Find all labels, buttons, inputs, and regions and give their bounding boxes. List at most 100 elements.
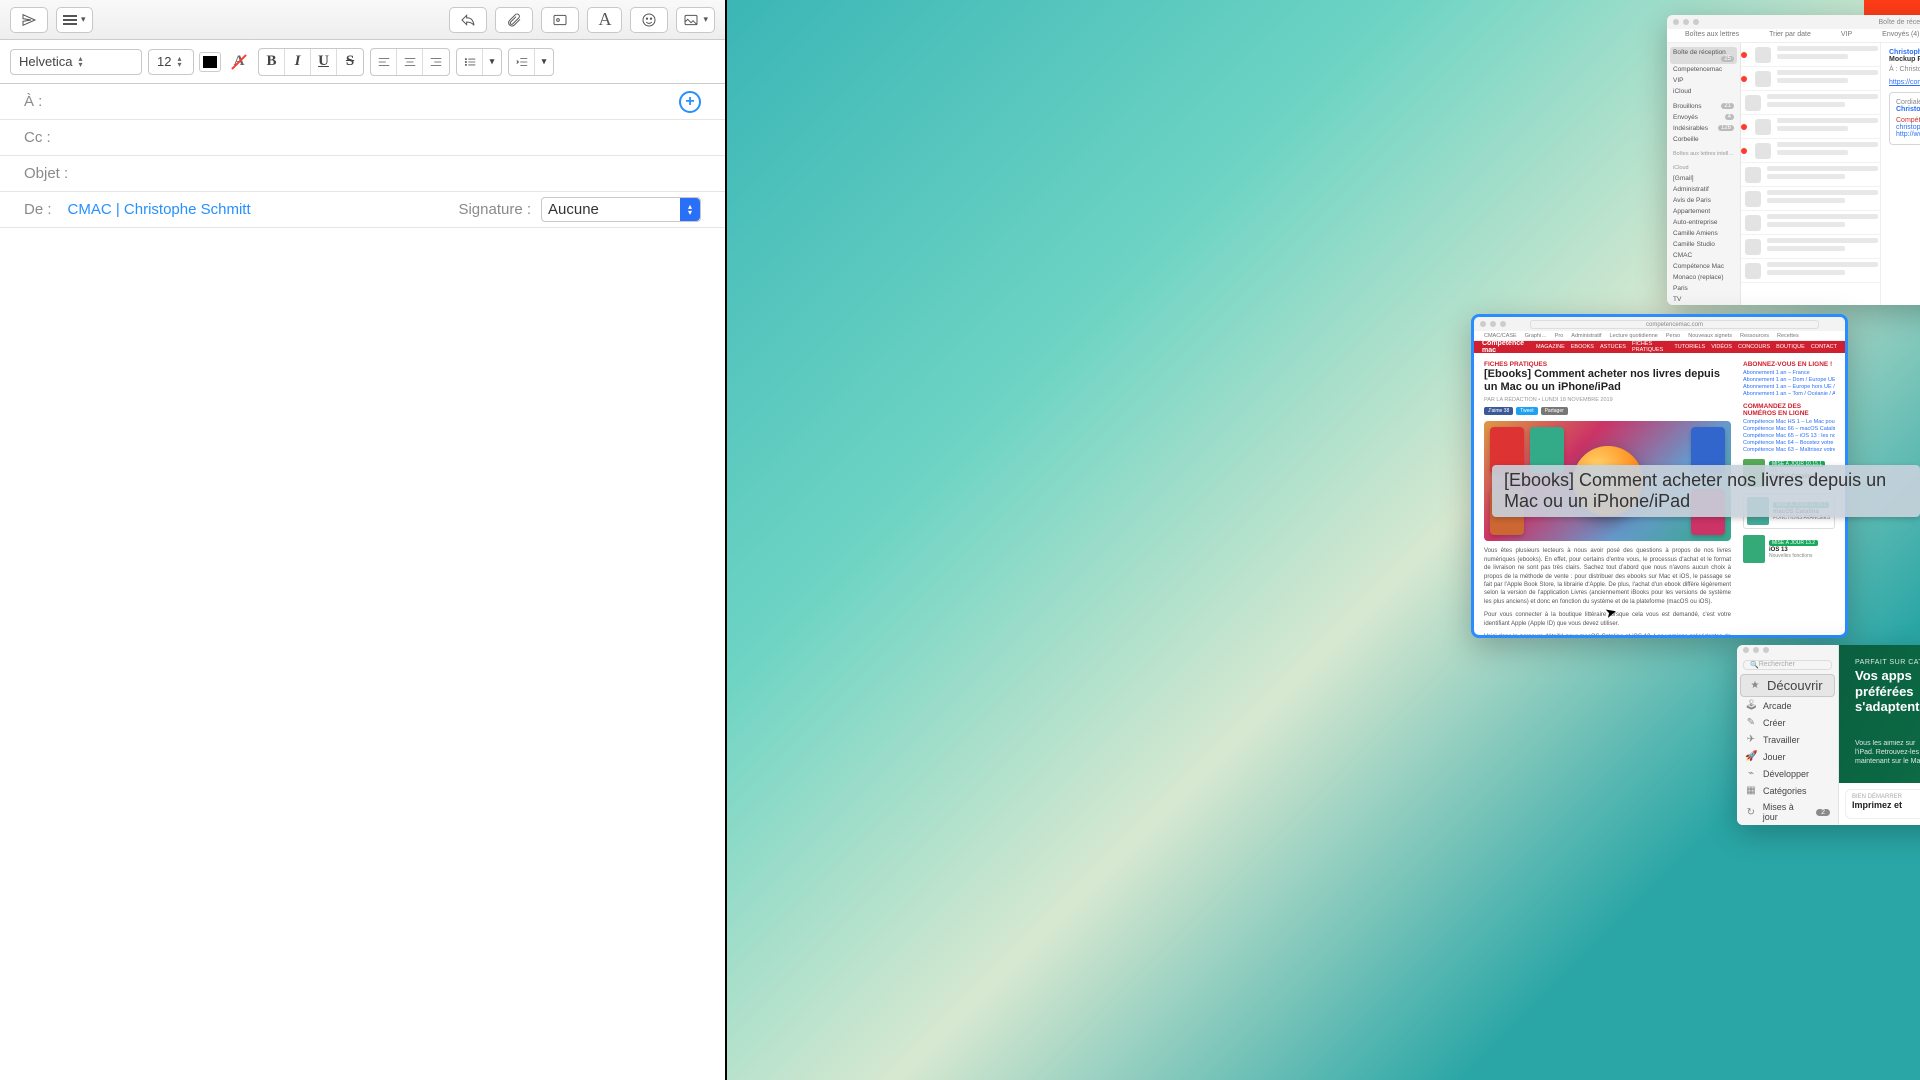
- sidebar-item[interactable]: Auto-entreprise: [1670, 217, 1737, 228]
- message-row[interactable]: [1741, 235, 1880, 259]
- bold-button[interactable]: B: [259, 49, 285, 75]
- arcade-icon: 🕹: [1745, 700, 1757, 711]
- message-row[interactable]: [1741, 91, 1880, 115]
- sidebar-item-categories[interactable]: ▦Catégories: [1737, 782, 1838, 799]
- mail-viewer-window[interactable]: Boîte de réception (29 messages) Boîtes …: [1667, 15, 1920, 305]
- photo-browser-button[interactable]: ▾: [676, 7, 715, 33]
- sidebar-item[interactable]: Envoyés4: [1670, 112, 1737, 123]
- sidebar-item[interactable]: [Gmail]: [1670, 173, 1737, 184]
- list-menu-button[interactable]: ▾: [483, 49, 501, 75]
- cc-input[interactable]: [57, 129, 701, 146]
- add-recipient-button[interactable]: +: [679, 91, 701, 113]
- zoom-icon[interactable]: [1763, 647, 1769, 653]
- message-row[interactable]: [1741, 259, 1880, 283]
- compose-body[interactable]: [0, 228, 725, 1080]
- sidebar-item-develop[interactable]: ⌁Développer: [1737, 765, 1838, 782]
- sidebar-item[interactable]: Indésirables126: [1670, 123, 1737, 134]
- font-size-select[interactable]: 12▴▾: [148, 49, 194, 75]
- zoom-icon[interactable]: [1500, 321, 1506, 327]
- format-button[interactable]: A: [587, 7, 622, 33]
- header-fields-menu[interactable]: ▾: [56, 7, 93, 33]
- to-input[interactable]: [48, 93, 679, 110]
- italic-button[interactable]: I: [285, 49, 311, 75]
- mail-favorites-bar: Boîtes aux lettres Trier par date VIP En…: [1667, 29, 1920, 43]
- mail-compose-window: ▾ A ▾ Helvetica▴▾ 12▴▾ A B I U S ▾ ▾: [0, 0, 727, 1080]
- sidebar-item[interactable]: Compétence Mac: [1670, 261, 1737, 272]
- reply-button[interactable]: [449, 7, 487, 33]
- markup-button[interactable]: [541, 7, 579, 33]
- message-row[interactable]: [1741, 67, 1880, 91]
- sidebar-item[interactable]: Appartement: [1670, 206, 1737, 217]
- sidebar-item[interactable]: CMAC: [1670, 250, 1737, 261]
- signature-select[interactable]: Aucune ▴▾: [541, 197, 701, 222]
- sidebar-item-play[interactable]: 🚀Jouer: [1737, 748, 1838, 765]
- message-row[interactable]: [1741, 211, 1880, 235]
- rocket-icon: 🚀: [1745, 751, 1757, 762]
- sidebar-item-create[interactable]: ✎Créer: [1737, 714, 1838, 731]
- mail-titlebar: Boîte de réception (29 messages): [1667, 15, 1920, 29]
- sidebar-item[interactable]: Brouillons21: [1670, 101, 1737, 112]
- sidebar-item[interactable]: iCloud: [1670, 86, 1737, 97]
- indent-button[interactable]: [509, 49, 535, 75]
- list-group: ▾: [456, 48, 502, 76]
- close-icon[interactable]: [1743, 647, 1749, 653]
- close-icon[interactable]: [1673, 19, 1679, 25]
- sidebar-item[interactable]: Monaco (replace): [1670, 272, 1737, 283]
- sidebar-item[interactable]: Boîte de réception25: [1670, 47, 1737, 64]
- to-field-row[interactable]: À : +: [0, 84, 725, 120]
- sidebar-item-arcade[interactable]: 🕹Arcade: [1737, 697, 1838, 714]
- compose-top-toolbar: ▾ A ▾: [0, 0, 725, 40]
- cc-field-row[interactable]: Cc :: [0, 120, 725, 156]
- mail-tab[interactable]: Trier par date: [1769, 29, 1811, 42]
- minimize-icon[interactable]: [1490, 321, 1496, 327]
- close-icon[interactable]: [1480, 321, 1486, 327]
- sidebar-item[interactable]: Paris: [1670, 283, 1737, 294]
- appstore-window[interactable]: 🔍 Rechercher ★Découvrir 🕹Arcade ✎Créer ✈…: [1737, 645, 1920, 825]
- appstore-hero[interactable]: PARFAIT SUR CATALINA Vos apps préférées …: [1839, 645, 1920, 783]
- sidebar-item[interactable]: TV: [1670, 294, 1737, 305]
- minimize-icon[interactable]: [1683, 19, 1689, 25]
- from-value[interactable]: CMAC | Christophe Schmitt: [68, 201, 251, 218]
- appstore-search[interactable]: 🔍 Rechercher: [1743, 660, 1832, 670]
- message-row[interactable]: [1741, 43, 1880, 67]
- sidebar-item[interactable]: Corbeille: [1670, 134, 1737, 145]
- sidebar-item[interactable]: Administratif: [1670, 184, 1737, 195]
- emoji-button[interactable]: [630, 7, 668, 33]
- message-row[interactable]: [1741, 187, 1880, 211]
- mail-tab[interactable]: VIP: [1841, 29, 1852, 42]
- message-link[interactable]: https://competence-mac.com/mockup-photos…: [1889, 79, 1920, 86]
- indent-menu-button[interactable]: ▾: [535, 49, 553, 75]
- sidebar-item-work[interactable]: ✈Travailler: [1737, 731, 1838, 748]
- sidebar-item[interactable]: Camille Amiens: [1670, 228, 1737, 239]
- sidebar-item[interactable]: VIP: [1670, 75, 1737, 86]
- zoom-icon[interactable]: [1693, 19, 1699, 25]
- font-family-select[interactable]: Helvetica▴▾: [10, 49, 142, 75]
- send-button[interactable]: [10, 7, 48, 33]
- message-row[interactable]: [1741, 115, 1880, 139]
- message-row[interactable]: [1741, 163, 1880, 187]
- sidebar-item[interactable]: Competencemac: [1670, 64, 1737, 75]
- align-center-button[interactable]: [397, 49, 423, 75]
- safari-url-field[interactable]: competencemac.com: [1530, 320, 1819, 329]
- subject-field-row[interactable]: Objet :: [0, 156, 725, 192]
- subject-input[interactable]: [74, 165, 701, 182]
- attach-button[interactable]: [495, 7, 533, 33]
- list-button[interactable]: [457, 49, 483, 75]
- message-row[interactable]: [1741, 139, 1880, 163]
- text-color-swatch[interactable]: [200, 53, 220, 71]
- sidebar-item-discover[interactable]: ★Découvrir: [1740, 674, 1835, 697]
- sidebar-item[interactable]: Camille Studio: [1670, 239, 1737, 250]
- clear-color-button[interactable]: A: [226, 49, 252, 75]
- appstore-card[interactable]: BIEN DÉMARRERImprimez et: [1845, 789, 1920, 819]
- align-right-button[interactable]: [423, 49, 449, 75]
- sidebar-item-updates[interactable]: ↻Mises à jour2: [1737, 799, 1838, 825]
- mail-tab[interactable]: Boîtes aux lettres: [1685, 29, 1739, 42]
- strike-button[interactable]: S: [337, 49, 363, 75]
- stepper-icon: ▴▾: [680, 198, 700, 221]
- ebook-card[interactable]: MISE À JOUR 13.2iOS 13Nouvelles fonction…: [1743, 535, 1835, 563]
- sidebar-item[interactable]: Avis de Paris: [1670, 195, 1737, 206]
- align-left-button[interactable]: [371, 49, 397, 75]
- mail-tab[interactable]: Envoyés (4): [1882, 29, 1919, 42]
- minimize-icon[interactable]: [1753, 647, 1759, 653]
- underline-button[interactable]: U: [311, 49, 337, 75]
